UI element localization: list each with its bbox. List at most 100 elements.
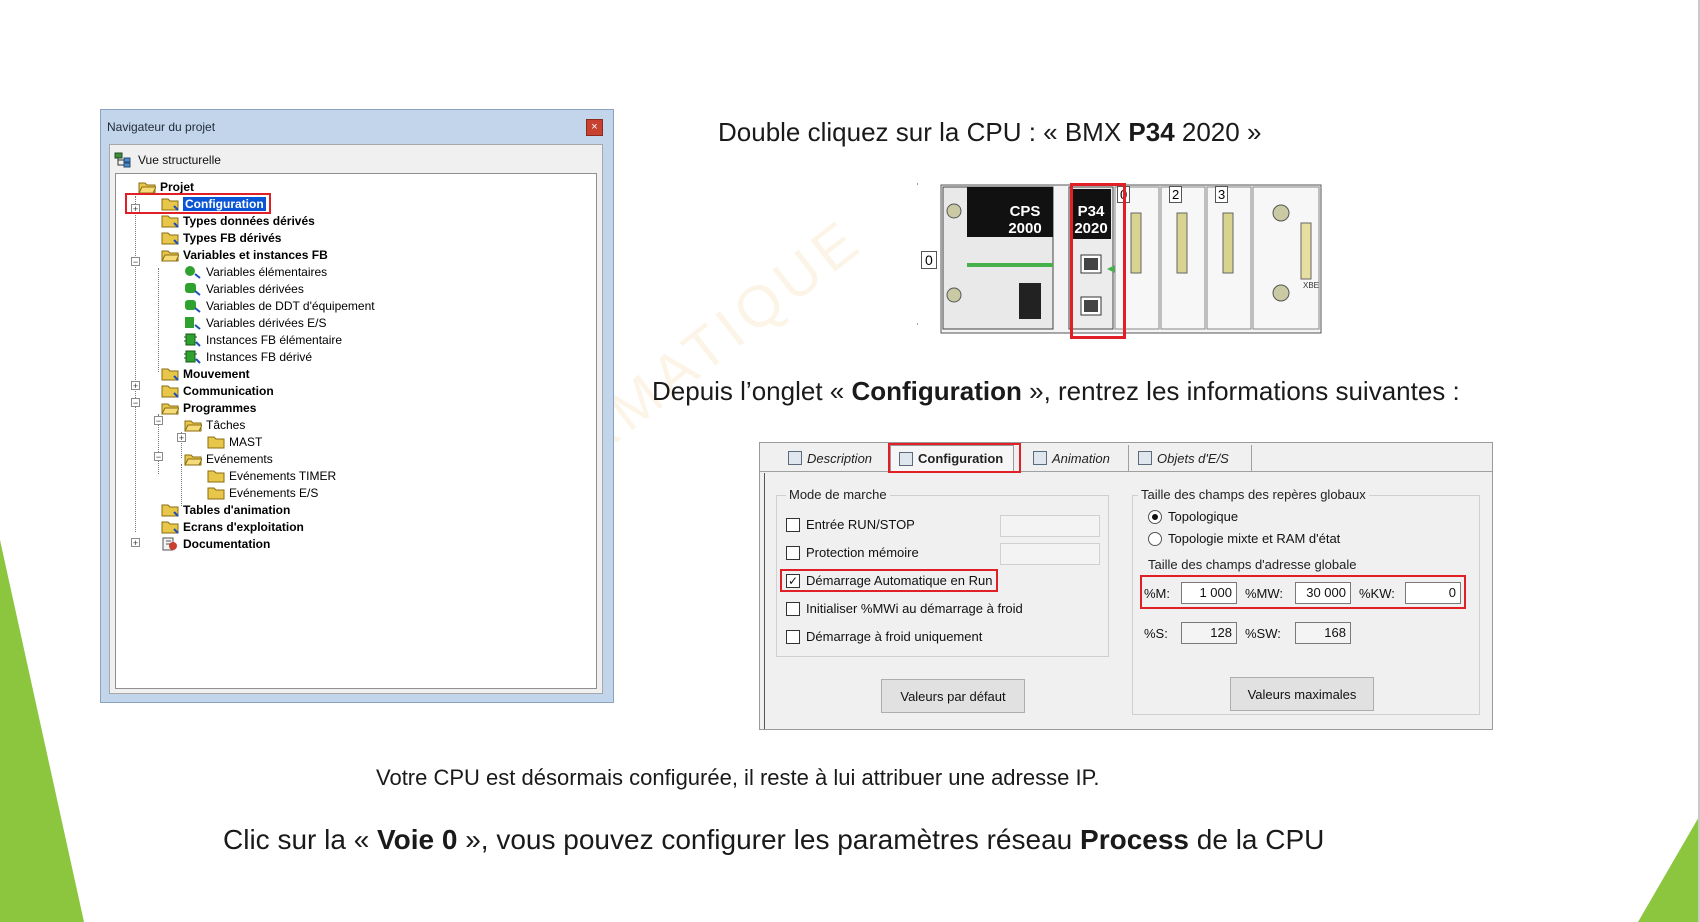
right-green-accent <box>1638 815 1700 922</box>
tree-item-programmes[interactable]: Programmes <box>161 399 256 416</box>
tree-item-instances-fb-elem[interactable]: Instances FB élémentaire <box>184 331 342 348</box>
topologie-mixte-option[interactable]: Topologie mixte et RAM d'état <box>1148 531 1340 546</box>
init-mwi-option[interactable]: Initialiser %MWi au démarrage à froid <box>786 601 1023 616</box>
folder-open-icon <box>161 403 179 414</box>
run-stop-checkbox[interactable] <box>786 517 800 532</box>
variable-icon <box>185 282 201 296</box>
tree-item-documentation[interactable]: Documentation <box>161 535 270 552</box>
slot-modules <box>1114 186 1320 330</box>
folder-icon <box>161 215 179 228</box>
memory-protection-checkbox[interactable] <box>786 545 800 560</box>
xbe-label: XBE <box>1303 281 1320 290</box>
navigator-body: Vue structurelle + − + − − + − + Projet <box>109 144 603 694</box>
structural-view-icon <box>114 152 131 168</box>
topologie-mixte-radio[interactable] <box>1148 531 1162 546</box>
expand-documentation-icon[interactable]: + <box>131 538 140 548</box>
collapse-evenements-icon[interactable]: − <box>154 452 163 462</box>
tree-item-variables-elementaires[interactable]: Variables élémentaires <box>184 263 327 280</box>
folder-open-icon <box>161 250 179 261</box>
tab-objets-es[interactable]: Objets d'E/S <box>1130 445 1252 471</box>
tree-line <box>158 268 159 372</box>
tree-item-evenements-es[interactable]: Evénements E/S <box>207 484 318 501</box>
tree-line <box>181 464 182 506</box>
tree-item-instances-fb-derive[interactable]: Instances FB dérivé <box>184 348 312 365</box>
configuration-highlight <box>125 193 271 214</box>
step1-caption: Double cliquez sur la CPU : « BMX P34 20… <box>718 117 1262 147</box>
tree-item-communication[interactable]: Communication <box>161 382 274 399</box>
fb-instance-icon <box>184 350 201 364</box>
default-values-button[interactable]: Valeurs par défaut <box>881 679 1025 713</box>
tree-item-ecrans[interactable]: Ecrans d'exploitation <box>161 518 304 535</box>
sw-input[interactable]: 168 <box>1295 622 1351 644</box>
configuration-tab-highlight <box>888 443 1021 473</box>
tab-divider <box>760 471 1492 472</box>
tree-item-variables-es[interactable]: Variables dérivées E/S <box>184 314 327 331</box>
cold-start-only-checkbox[interactable] <box>786 629 800 644</box>
tree-item-tables-animation[interactable]: Tables d'animation <box>161 501 290 518</box>
tree-item-evenements-timer[interactable]: Evénements TIMER <box>207 467 336 484</box>
tree-item-types-fb[interactable]: Types FB dérivés <box>161 229 281 246</box>
s-input[interactable]: 128 <box>1181 622 1237 644</box>
tree-item-mouvement[interactable]: Mouvement <box>161 365 250 382</box>
folder-icon <box>161 504 179 517</box>
tree-item-taches[interactable]: Tâches <box>184 416 245 433</box>
topologique-radio[interactable] <box>1148 509 1162 524</box>
auto-start-highlight <box>780 569 998 592</box>
sw-label: %SW: <box>1245 626 1281 641</box>
size-group-label: Taille des champs des repères globaux <box>1138 487 1369 502</box>
folder-icon <box>161 385 179 398</box>
tree-item-variables-derivees[interactable]: Variables dérivées <box>184 280 304 297</box>
tab-animation[interactable]: Animation <box>1025 445 1129 471</box>
folder-icon <box>161 232 179 245</box>
step3-caption: Votre CPU est désormais configurée, il r… <box>376 765 1100 790</box>
memory-protection-input[interactable] <box>1000 543 1100 565</box>
folder-open-icon <box>184 420 202 431</box>
topologique-option[interactable]: Topologique <box>1148 509 1238 524</box>
structural-view-label: Vue structurelle <box>138 153 221 167</box>
tree-line <box>135 196 136 532</box>
folder-icon <box>161 521 179 534</box>
structural-view-header[interactable]: Vue structurelle <box>114 149 221 171</box>
variable-icon <box>185 316 201 330</box>
address-size-label: Taille des champs d'adresse globale <box>1145 557 1360 572</box>
fb-instance-icon <box>184 333 201 347</box>
init-mwi-checkbox[interactable] <box>786 601 800 616</box>
cpu-highlight <box>1070 183 1126 339</box>
folder-open-icon <box>138 182 156 193</box>
tree-item-variables-ddt[interactable]: Variables de DDT d'équipement <box>184 297 375 314</box>
documentation-icon <box>162 537 177 550</box>
animation-tab-icon <box>1033 451 1047 465</box>
close-button[interactable]: × <box>586 119 603 136</box>
memory-protection-option[interactable]: Protection mémoire <box>786 545 919 560</box>
cold-start-only-option[interactable]: Démarrage à froid uniquement <box>786 629 982 644</box>
step4-caption: Clic sur la « Voie 0 », vous pouvez conf… <box>223 824 1325 855</box>
collapse-taches-icon[interactable]: − <box>154 416 163 426</box>
expand-mast-icon[interactable]: + <box>177 433 186 443</box>
project-navigator-window: Navigateur du projet × Vue structurelle … <box>100 109 614 703</box>
address-size-highlight <box>1140 575 1466 609</box>
collapse-programmes-icon[interactable]: − <box>131 398 140 408</box>
run-stop-option[interactable]: Entrée RUN/STOP <box>786 517 915 532</box>
plc-rack: CPS 2000 P34 2020 0 0 2 3 XBE <box>916 183 1325 339</box>
navigator-title: Navigateur du projet <box>107 120 216 134</box>
panel-left-border <box>764 473 765 729</box>
mode-group-label: Mode de marche <box>786 487 890 502</box>
left-green-accent <box>0 540 84 922</box>
objets-tab-icon <box>1138 451 1152 465</box>
folder-icon <box>207 470 225 482</box>
tree-item-evenements[interactable]: Evénements <box>184 450 273 467</box>
collapse-variables-icon[interactable]: − <box>131 257 140 267</box>
description-tab-icon <box>788 451 802 465</box>
slot-label-2: 2 <box>1169 186 1183 203</box>
tree-item-variables[interactable]: Variables et instances FB <box>161 246 328 263</box>
max-values-button[interactable]: Valeurs maximales <box>1230 677 1374 711</box>
folder-icon <box>161 368 179 381</box>
expand-communication-icon[interactable]: + <box>131 381 140 391</box>
folder-open-icon <box>184 454 202 465</box>
run-stop-input[interactable] <box>1000 515 1100 537</box>
project-tree: + − + − − + − + Projet Configuration Typ… <box>115 173 597 689</box>
tree-item-mast[interactable]: MAST <box>207 433 262 450</box>
cpu-config-panel: Description Configuration Animation Obje… <box>759 442 1493 730</box>
cps-label: CPS 2000 <box>1008 203 1042 237</box>
tree-item-types-donnees[interactable]: Types données dérivés <box>161 212 315 229</box>
